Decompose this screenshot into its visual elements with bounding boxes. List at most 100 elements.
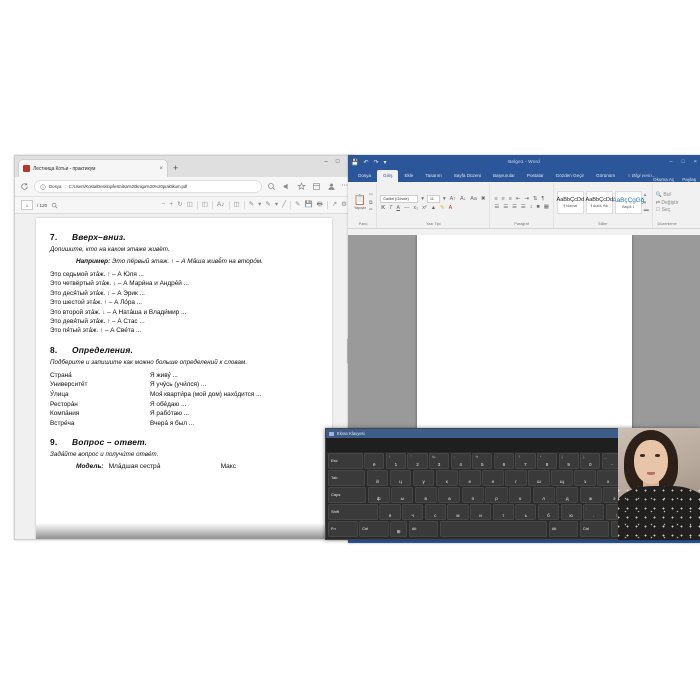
key-shift-left[interactable]: Shift xyxy=(328,504,378,520)
key-esc[interactable]: Esc xyxy=(328,453,363,469)
pdf-viewport[interactable]: 7. Вверх–вниз. Допишите, кто на каком эт… xyxy=(15,214,353,539)
key-yo[interactable]: ё xyxy=(364,453,385,469)
print-icon[interactable]: 🖶 xyxy=(317,201,323,209)
zoom-out-icon[interactable]: − xyxy=(162,201,166,209)
subscript-icon[interactable]: x₂ xyxy=(412,205,419,211)
show-marks-icon[interactable]: ¶ xyxy=(540,196,545,202)
refresh-icon[interactable] xyxy=(20,182,29,191)
text-effects-icon[interactable]: ▲ xyxy=(430,205,437,211)
key-alt-left[interactable]: Alt xyxy=(408,521,439,537)
key-ru-shch[interactable]: щ xyxy=(551,470,573,486)
bold-icon[interactable]: K xyxy=(380,205,386,211)
style-normal[interactable]: AaBbÇcDd ¶ Normal xyxy=(556,191,584,214)
tab-tasarim[interactable]: Tasarım xyxy=(419,170,447,182)
key-ru-o[interactable]: о xyxy=(509,487,532,503)
key-ru-r[interactable]: р xyxy=(485,487,508,503)
grow-font-icon[interactable]: A↑ xyxy=(449,196,457,202)
text-note-icon[interactable]: ✎ xyxy=(295,201,300,209)
read-aloud-icon[interactable] xyxy=(282,182,291,191)
highlight-icon[interactable]: ✎ xyxy=(439,205,446,211)
cut-icon[interactable]: ✂ xyxy=(369,192,373,198)
share-button[interactable]: Paylaş xyxy=(682,177,696,182)
numbering-icon[interactable]: ≡ xyxy=(501,196,506,202)
chevron-up-icon[interactable]: ▴ xyxy=(644,192,649,198)
paste-button[interactable]: 📋 Yapıştır xyxy=(353,190,367,216)
key-ru-b[interactable]: б xyxy=(537,504,560,520)
key-6[interactable]: :6 xyxy=(493,453,514,469)
key-capslock[interactable]: Caps xyxy=(328,487,367,503)
key-windows[interactable]: ⊞ xyxy=(390,521,408,537)
key-fn[interactable]: Fn xyxy=(328,521,358,537)
decrease-indent-icon[interactable]: ⇤ xyxy=(515,196,522,202)
draw-icon[interactable]: ✎ xyxy=(249,201,254,209)
key-ru-f[interactable]: ф xyxy=(367,487,390,503)
layout-icon[interactable]: ◫ xyxy=(234,201,240,209)
key-2[interactable]: " 2 xyxy=(407,453,428,469)
key-ru-ch[interactable]: ч xyxy=(402,504,424,520)
font-size-select[interactable]: 11 xyxy=(426,194,440,203)
key-ru-yu[interactable]: ю xyxy=(560,504,582,520)
profile-icon[interactable] xyxy=(327,182,336,191)
search-icon[interactable] xyxy=(51,202,58,209)
close-window-icon[interactable]: × xyxy=(694,159,697,165)
maximize-icon[interactable]: □ xyxy=(681,159,684,165)
url-input[interactable]: Dosya | C:/Users/Kosta/Desktop/lestnitsa… xyxy=(34,180,262,193)
key-ru-a[interactable]: а xyxy=(438,487,461,503)
strikethrough-icon[interactable]: — xyxy=(403,205,410,211)
search-icon[interactable] xyxy=(267,182,276,191)
key-ru-ts[interactable]: ц xyxy=(389,470,412,486)
zoom-in-icon[interactable]: + xyxy=(169,201,173,209)
key-5[interactable]: % 5 xyxy=(472,453,493,469)
key-ru-z[interactable]: з xyxy=(574,470,596,486)
increase-indent-icon[interactable]: ⇥ xyxy=(523,196,530,202)
maximize-icon[interactable]: □ xyxy=(336,159,340,165)
styles-more-icon[interactable]: ▬ xyxy=(644,207,649,213)
align-left-icon[interactable]: ☰ xyxy=(493,204,500,210)
format-painter-icon[interactable]: ✏ xyxy=(369,207,373,213)
key-4[interactable]: ; 4 xyxy=(450,453,471,469)
key-9[interactable]: (9 xyxy=(558,453,579,469)
clear-formatting-icon[interactable]: ✖ xyxy=(480,196,487,202)
style-baslik-1[interactable]: AaBçÇgGğ Başlık 1 xyxy=(612,191,644,214)
key-ru-ya[interactable]: я xyxy=(379,504,401,520)
font-size-dropdown-icon[interactable]: ▾ xyxy=(442,196,447,202)
chevron-down-icon[interactable]: ▾ xyxy=(644,200,649,206)
change-case-icon[interactable]: Aa xyxy=(469,196,478,202)
superscript-icon[interactable]: x² xyxy=(421,205,428,211)
shading-icon[interactable]: ■ xyxy=(535,204,540,210)
tab-sayfa-duzeni[interactable]: Sayfa Düzeni xyxy=(448,170,487,182)
key-3[interactable]: № 3 xyxy=(429,453,450,469)
read-mode-button[interactable]: Okuma Aç xyxy=(653,177,674,182)
key-alt-right[interactable]: Alt xyxy=(548,521,579,537)
page-view-icon[interactable]: ◫ xyxy=(202,201,208,209)
tab-giris[interactable]: Giriş xyxy=(377,170,399,182)
multilevel-icon[interactable]: ≡ xyxy=(508,196,513,202)
key-ru-g[interactable]: г xyxy=(505,470,527,486)
key-ru-yery[interactable]: ы xyxy=(391,487,414,503)
line-spacing-icon[interactable]: ↕ xyxy=(529,204,534,210)
key-ctrl-left[interactable]: Ctrl xyxy=(359,521,389,537)
key-7[interactable]: ? 7 xyxy=(515,453,536,469)
bullets-icon[interactable]: ≡ xyxy=(493,196,498,202)
fullscreen-icon[interactable]: ↗ xyxy=(332,201,337,209)
key-ru-y[interactable]: й xyxy=(366,470,389,486)
pdf-page-number-input[interactable]: 1 xyxy=(21,200,33,210)
tab-gorunum[interactable]: Görünüm xyxy=(590,170,621,182)
styles-gallery-scroll[interactable]: ▴ ▾ ▬ xyxy=(644,192,649,213)
shrink-font-icon[interactable]: A↓ xyxy=(459,196,467,202)
draw-dropdown-icon[interactable]: ▾ xyxy=(258,201,261,209)
justify-icon[interactable]: ☰ xyxy=(520,204,527,210)
minimize-icon[interactable]: – xyxy=(325,159,328,165)
copy-icon[interactable]: ⧉ xyxy=(369,200,373,206)
find-button[interactable]: 🔍 Bul xyxy=(656,192,679,198)
select-button[interactable]: ☐ Seç xyxy=(656,207,679,213)
key-ru-d[interactable]: д xyxy=(556,487,579,503)
underline-icon[interactable]: A xyxy=(395,205,401,211)
key-ru-kh[interactable]: х xyxy=(597,470,619,486)
key-ctrl-right[interactable]: Ctrl xyxy=(579,521,610,537)
minimize-icon[interactable]: – xyxy=(669,159,672,165)
tab-dosya[interactable]: Dosya xyxy=(352,170,377,182)
settings-icon[interactable]: ⚙ xyxy=(341,201,347,209)
key-ru-m[interactable]: м xyxy=(447,504,469,520)
key-1[interactable]: ! 1 xyxy=(385,453,406,469)
